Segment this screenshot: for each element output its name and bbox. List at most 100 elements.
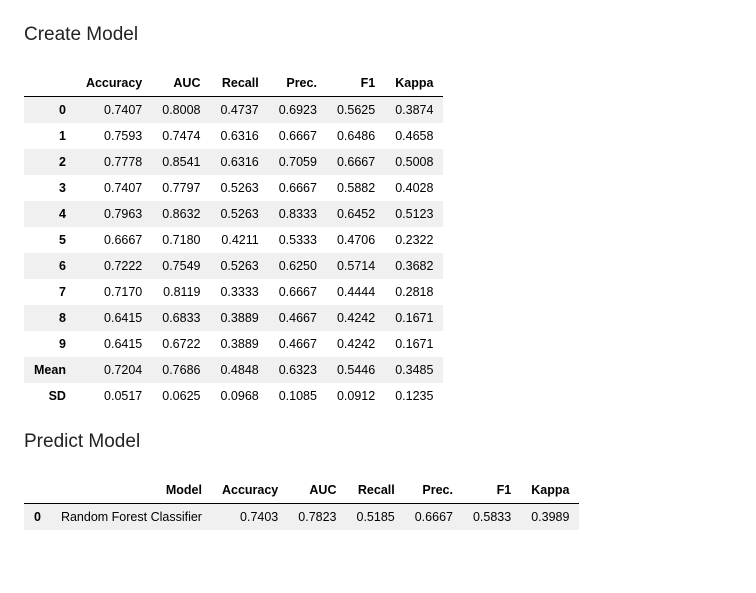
col-prec: Prec. — [405, 477, 463, 504]
cell-idx: 2 — [24, 149, 76, 175]
cell-prec: 0.6667 — [405, 504, 463, 531]
cell-auc: 0.8119 — [152, 279, 210, 305]
col-kappa: Kappa — [521, 477, 579, 504]
cell-idx: 0 — [24, 97, 76, 124]
cell-prec: 0.6667 — [269, 175, 327, 201]
predict-model-heading: Predict Model — [24, 431, 732, 453]
cell-recall: 0.6316 — [210, 123, 268, 149]
cell-prec: 0.6667 — [269, 279, 327, 305]
cell-auc: 0.7474 — [152, 123, 210, 149]
cell-kappa: 0.3874 — [385, 97, 443, 124]
cell-prec: 0.5333 — [269, 227, 327, 253]
cell-acc: 0.7204 — [76, 357, 152, 383]
predict-model-table: Model Accuracy AUC Recall Prec. F1 Kappa… — [24, 477, 579, 530]
col-auc: AUC — [288, 477, 346, 504]
table-row: 0 Random Forest Classifier 0.7403 0.7823… — [24, 504, 579, 531]
cell-f1: 0.5882 — [327, 175, 385, 201]
table-row: 50.66670.71800.42110.53330.47060.2322 — [24, 227, 443, 253]
cell-recall: 0.6316 — [210, 149, 268, 175]
table-row: 90.64150.67220.38890.46670.42420.1671 — [24, 331, 443, 357]
cell-kappa: 0.3485 — [385, 357, 443, 383]
cell-idx: 6 — [24, 253, 76, 279]
cell-auc: 0.7797 — [152, 175, 210, 201]
col-recall: Recall — [347, 477, 405, 504]
table-row: 00.74070.80080.47370.69230.56250.3874 — [24, 97, 443, 124]
cell-f1: 0.6667 — [327, 149, 385, 175]
cell-f1: 0.5625 — [327, 97, 385, 124]
col-f1: F1 — [327, 70, 385, 97]
cell-acc: 0.0517 — [76, 383, 152, 409]
cell-auc: 0.7823 — [288, 504, 346, 531]
cell-kappa: 0.5123 — [385, 201, 443, 227]
create-model-heading: Create Model — [24, 24, 732, 46]
cell-auc: 0.6722 — [152, 331, 210, 357]
col-recall: Recall — [210, 70, 268, 97]
cell-acc: 0.7407 — [76, 97, 152, 124]
cell-auc: 0.7686 — [152, 357, 210, 383]
cell-acc: 0.7170 — [76, 279, 152, 305]
cell-f1: 0.6486 — [327, 123, 385, 149]
table-row: 80.64150.68330.38890.46670.42420.1671 — [24, 305, 443, 331]
cell-recall: 0.4211 — [210, 227, 268, 253]
cell-kappa: 0.2818 — [385, 279, 443, 305]
cell-idx: 4 — [24, 201, 76, 227]
cell-idx: 0 — [24, 504, 51, 531]
cell-acc: 0.7407 — [76, 175, 152, 201]
cell-auc: 0.6833 — [152, 305, 210, 331]
table-row: 20.77780.85410.63160.70590.66670.5008 — [24, 149, 443, 175]
col-prec: Prec. — [269, 70, 327, 97]
cell-kappa: 0.2322 — [385, 227, 443, 253]
cell-idx: Mean — [24, 357, 76, 383]
cell-model: Random Forest Classifier — [51, 504, 212, 531]
cell-recall: 0.5263 — [210, 175, 268, 201]
cell-f1: 0.5833 — [463, 504, 521, 531]
col-kappa: Kappa — [385, 70, 443, 97]
cell-recall: 0.5263 — [210, 201, 268, 227]
cell-recall: 0.3333 — [210, 279, 268, 305]
table-row: 40.79630.86320.52630.83330.64520.5123 — [24, 201, 443, 227]
cell-kappa: 0.1671 — [385, 305, 443, 331]
cell-auc: 0.8541 — [152, 149, 210, 175]
cell-prec: 0.6667 — [269, 123, 327, 149]
cell-acc: 0.6415 — [76, 305, 152, 331]
table-row-mean: Mean0.72040.76860.48480.63230.54460.3485 — [24, 357, 443, 383]
cell-kappa: 0.3989 — [521, 504, 579, 531]
cell-kappa: 0.4658 — [385, 123, 443, 149]
table-row: 30.74070.77970.52630.66670.58820.4028 — [24, 175, 443, 201]
cell-f1: 0.5446 — [327, 357, 385, 383]
cell-acc: 0.6667 — [76, 227, 152, 253]
cell-prec: 0.6250 — [269, 253, 327, 279]
cell-kappa: 0.1235 — [385, 383, 443, 409]
cell-idx: 5 — [24, 227, 76, 253]
cell-f1: 0.4706 — [327, 227, 385, 253]
create-model-table: Accuracy AUC Recall Prec. F1 Kappa 00.74… — [24, 70, 443, 409]
cell-idx: 9 — [24, 331, 76, 357]
cell-kappa: 0.3682 — [385, 253, 443, 279]
cell-auc: 0.8008 — [152, 97, 210, 124]
cell-acc: 0.7222 — [76, 253, 152, 279]
cell-f1: 0.5714 — [327, 253, 385, 279]
cell-prec: 0.4667 — [269, 305, 327, 331]
cell-idx: 3 — [24, 175, 76, 201]
cell-f1: 0.0912 — [327, 383, 385, 409]
cell-recall: 0.0968 — [210, 383, 268, 409]
cell-idx: 8 — [24, 305, 76, 331]
cell-prec: 0.8333 — [269, 201, 327, 227]
cell-auc: 0.7549 — [152, 253, 210, 279]
col-fold — [24, 70, 76, 97]
col-auc: AUC — [152, 70, 210, 97]
cell-kappa: 0.4028 — [385, 175, 443, 201]
cell-acc: 0.7963 — [76, 201, 152, 227]
cell-recall: 0.4848 — [210, 357, 268, 383]
col-idx — [24, 477, 51, 504]
cell-acc: 0.7403 — [212, 504, 288, 531]
table-row: 70.71700.81190.33330.66670.44440.2818 — [24, 279, 443, 305]
cell-f1: 0.4444 — [327, 279, 385, 305]
cell-prec: 0.6923 — [269, 97, 327, 124]
cell-idx: SD — [24, 383, 76, 409]
cell-auc: 0.0625 — [152, 383, 210, 409]
cell-f1: 0.4242 — [327, 305, 385, 331]
table-row: 10.75930.74740.63160.66670.64860.4658 — [24, 123, 443, 149]
cell-f1: 0.4242 — [327, 331, 385, 357]
cell-acc: 0.7593 — [76, 123, 152, 149]
